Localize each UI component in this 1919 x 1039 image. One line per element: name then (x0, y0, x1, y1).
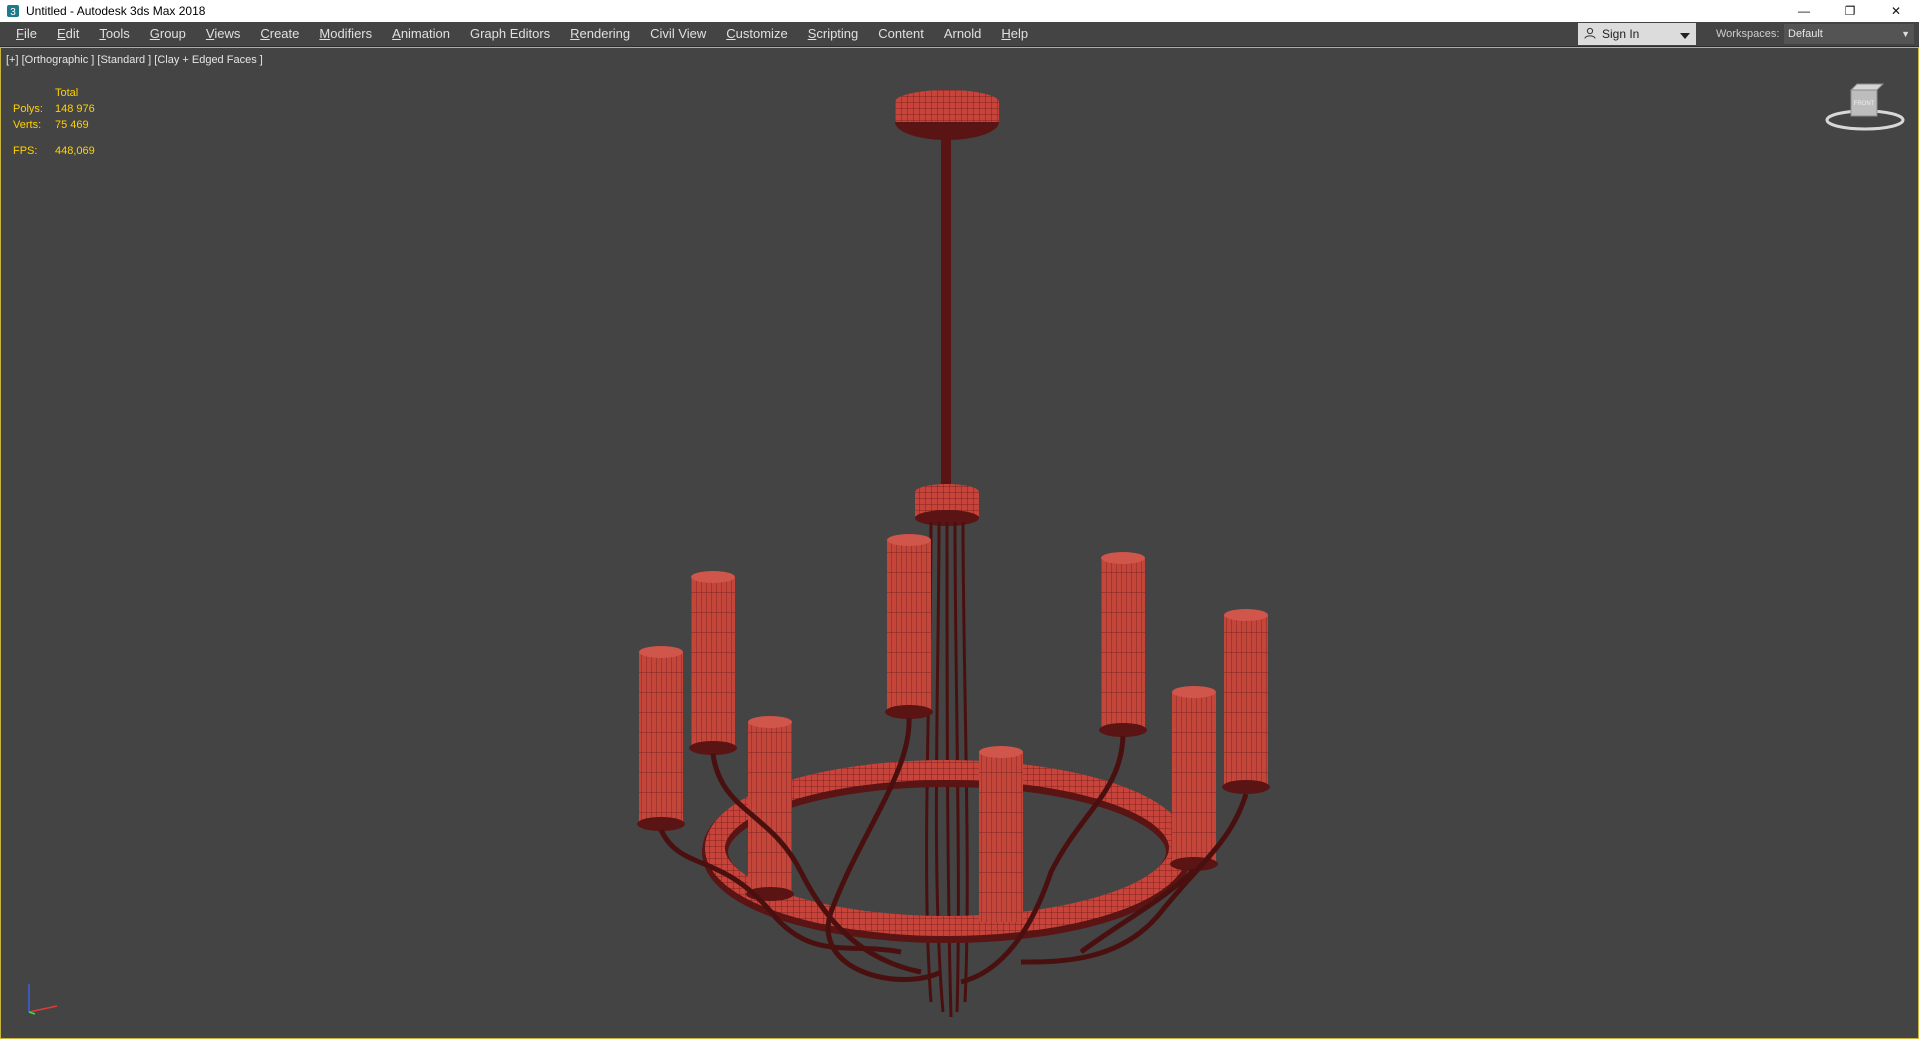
user-icon (1584, 27, 1596, 42)
chandelier-model[interactable] (601, 72, 1301, 1037)
verts-value: 75 469 (55, 119, 89, 131)
statistics-overlay: Total Polys: 148 976 Verts: 75 469 FPS: 448… (13, 85, 95, 159)
sign-in-label: Sign In (1602, 27, 1640, 41)
menu-file[interactable]: File (6, 22, 47, 46)
menu-label: cripting (816, 26, 859, 41)
menu-label: dit (65, 26, 80, 41)
viewport-orthographic[interactable]: [+] [Orthographic ] [Standard ] [Clay + … (0, 47, 1919, 1039)
dropdown-arrow-icon[interactable] (1680, 29, 1690, 43)
menu-accel: E (56, 26, 66, 41)
viewcube-face-label: FRONT (1854, 101, 1875, 107)
restore-button[interactable]: ❐ (1827, 0, 1873, 22)
stats-header: Total (55, 87, 79, 99)
menu-accel: F (16, 26, 24, 41)
menu-label: ustomize (735, 26, 788, 41)
fps-value: 448,069 (55, 145, 95, 157)
menu-graph-editors[interactable]: Graph Editors (460, 22, 560, 46)
menu-tools[interactable]: Tools (89, 22, 139, 46)
menu-label: endering (579, 26, 631, 41)
menu-label: nimation (400, 26, 450, 41)
menu-label: ile (23, 26, 37, 41)
close-button[interactable]: ✕ (1873, 0, 1919, 22)
menu-scripting[interactable]: Scripting (798, 22, 869, 46)
menu-help[interactable]: Help (991, 22, 1038, 46)
menu-items: File Edit Tools Group Views Create Modifiers An… (0, 22, 1038, 46)
3dsmax-app-icon[interactable]: 3 (6, 4, 20, 18)
polys-label: Polys: (13, 103, 43, 115)
menu-label: Civil View (650, 26, 707, 41)
menu-content[interactable]: Content (868, 22, 934, 46)
menu-accel: H (1001, 26, 1011, 41)
svg-text:3: 3 (10, 7, 16, 18)
menu-group[interactable]: Group (140, 22, 196, 46)
minimize-button[interactable]: — (1781, 0, 1827, 22)
window-controls: — ❐ ✕ (1781, 0, 1919, 22)
menu-animation[interactable]: Animation (382, 22, 460, 46)
menu-accel: C (726, 26, 736, 41)
menu-label: odifiers (330, 26, 373, 41)
menu-civil-view[interactable]: Civil View (640, 22, 716, 46)
menu-label: Graph Editors (469, 26, 551, 41)
menu-accel: C (260, 26, 270, 41)
chevron-down-icon: ▼ (1901, 29, 1910, 39)
menu-modifiers[interactable]: Modifiers (309, 22, 382, 46)
verts-label: Verts: (13, 119, 42, 131)
menu-label: ools (105, 26, 130, 41)
fps-label: FPS: (13, 145, 38, 157)
menu-accel: A (392, 26, 401, 41)
menu-accel: R (570, 26, 580, 41)
viewcube[interactable]: FRONT (1823, 80, 1907, 141)
menu-create[interactable]: Create (250, 22, 309, 46)
menu-customize[interactable]: Customize (716, 22, 797, 46)
menu-label: elp (1010, 26, 1029, 41)
viewport-label-menu[interactable]: [+] [Orthographic ] [Standard ] [Clay + … (6, 54, 263, 66)
menu-label: Content (878, 26, 924, 41)
axis-tripod-icon (23, 978, 63, 1023)
menu-label: roup (159, 26, 186, 41)
workspaces-label: Workspaces: (1716, 28, 1780, 40)
menu-arnold[interactable]: Arnold (934, 22, 992, 46)
menu-label: iews (214, 26, 241, 41)
workspaces-value: Default (1788, 28, 1823, 40)
menu-label: reate (269, 26, 300, 41)
window-title: Untitled - Autodesk 3ds Max 2018 (26, 4, 206, 18)
menu-label: Arnold (943, 26, 982, 41)
title-bar: 3 Untitled - Autodesk 3ds Max 2018 — ❐ ✕ (0, 0, 1919, 22)
menu-accel: G (149, 26, 160, 41)
menu-accel: M (319, 26, 331, 41)
workspaces-select[interactable]: Default ▼ (1784, 24, 1914, 44)
menu-edit[interactable]: Edit (47, 22, 89, 46)
menu-views[interactable]: Views (196, 22, 250, 46)
polys-value: 148 976 (55, 103, 95, 115)
sign-in-button[interactable]: Sign In (1578, 23, 1696, 45)
menu-rendering[interactable]: Rendering (560, 22, 640, 46)
